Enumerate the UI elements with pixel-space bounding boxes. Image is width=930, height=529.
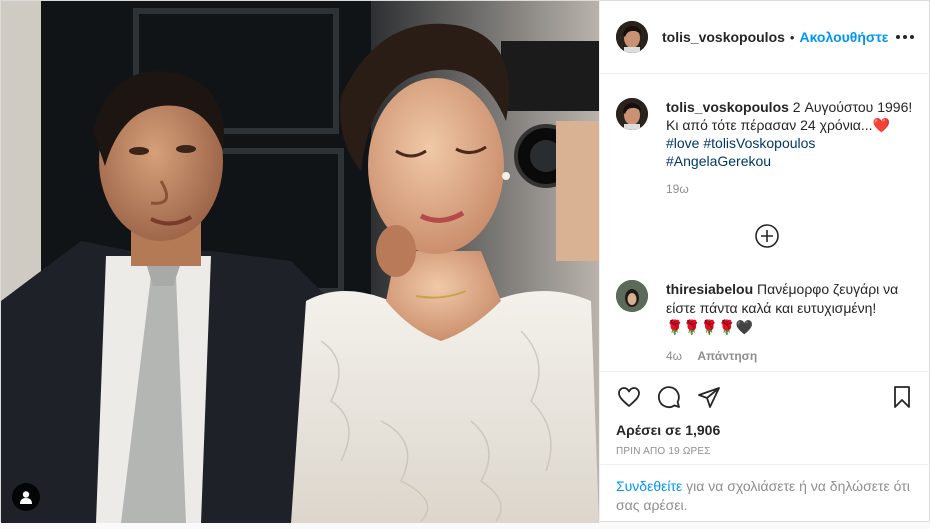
caption-avatar[interactable] [616, 98, 648, 130]
bookmark-icon[interactable] [889, 384, 915, 410]
login-link[interactable]: Συνδεθείτε [616, 478, 682, 494]
comment-timestamp[interactable]: 4ω [666, 349, 682, 363]
comment-text-block: thiresiabelou Πανέμορφο ζευγάρι να είστε… [666, 280, 911, 337]
commenter-avatar[interactable] [616, 280, 648, 312]
wedding-photo-illustration [1, 1, 599, 523]
plus-circle-icon[interactable] [754, 223, 780, 249]
heart-emoji: ❤️ [872, 117, 890, 133]
caption-text-block: tolis_voskopoulos 2 Αυγούστου 1996! Κι α… [666, 98, 916, 170]
caption-timestamp[interactable]: 19ω [666, 182, 916, 196]
author-username[interactable]: tolis_voskopoulos [662, 29, 785, 45]
comment-bubble-icon[interactable] [656, 384, 682, 410]
post-container: tolis_voskopoulos • Ακολουθήστε tolis_vo… [0, 0, 930, 523]
author-avatar[interactable] [616, 21, 648, 53]
action-icon-row [616, 372, 915, 422]
commenter-username[interactable]: thiresiabelou [666, 281, 753, 297]
rose-emojis: 🌹🌹🌹🌹🖤 [666, 319, 754, 335]
post-photo[interactable] [1, 1, 599, 523]
post-caption: tolis_voskopoulos 2 Αυγούστου 1996! Κι α… [616, 98, 915, 196]
comment-item: thiresiabelou Πανέμορφο ζευγάρι να είστε… [616, 280, 916, 363]
likes-count[interactable]: Αρέσει σε 1,906 [616, 422, 915, 438]
paper-plane-icon[interactable] [696, 384, 722, 410]
reply-button[interactable]: Απάντηση [697, 349, 757, 363]
heart-icon[interactable] [616, 384, 642, 410]
hashtag-love[interactable]: #love [666, 135, 699, 151]
separator-dot: • [789, 29, 795, 45]
post-side-panel: tolis_voskopoulos • Ακολουθήστε tolis_vo… [599, 1, 930, 523]
follow-button[interactable]: Ακολουθήστε [799, 29, 888, 45]
hashtag-angelagerekou[interactable]: #AngelaGerekou [666, 153, 771, 169]
comments-section: tolis_voskopoulos 2 Αυγούστου 1996! Κι α… [600, 74, 930, 371]
hashtag-tolisvoskopoulos[interactable]: #tolisVoskopoulos [703, 135, 815, 151]
caption-username[interactable]: tolis_voskopoulos [666, 99, 789, 115]
comment-meta: 4ω Απάντηση [666, 349, 911, 363]
post-date[interactable]: ΠΡΙΝ ΑΠΟ 19 ΩΡΕΣ [616, 446, 915, 457]
login-prompt: Συνδεθείτε για να σχολιάσετε ή να δηλώσε… [600, 464, 930, 523]
user-tag-icon[interactable] [12, 483, 40, 511]
more-options-icon[interactable] [896, 35, 914, 39]
post-header: tolis_voskopoulos • Ακολουθήστε [600, 1, 930, 74]
post-actions: Αρέσει σε 1,906 ΠΡΙΝ ΑΠΟ 19 ΩΡΕΣ [600, 371, 930, 463]
